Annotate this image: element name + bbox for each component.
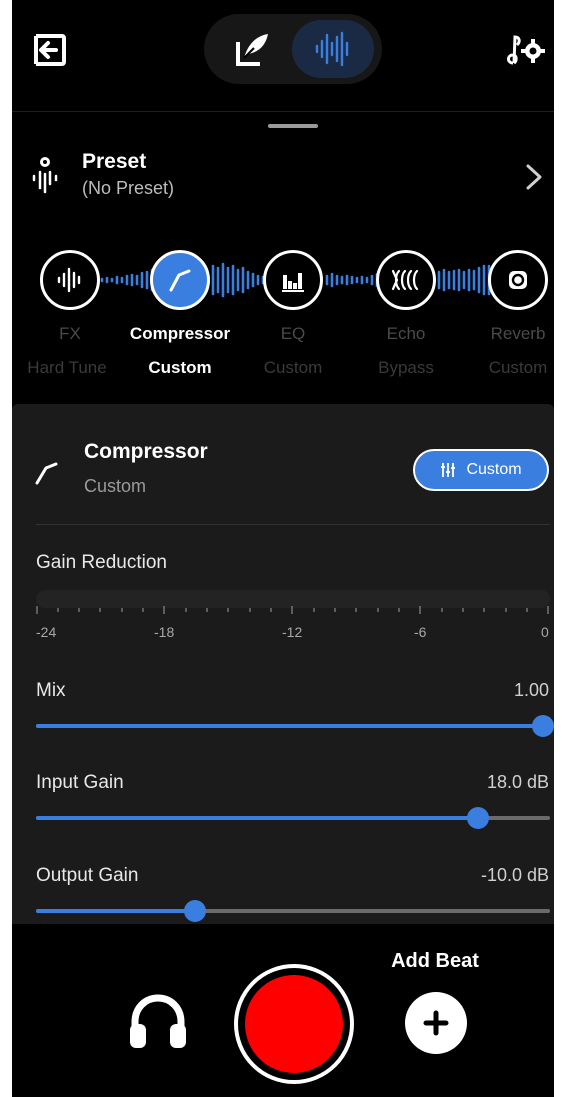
record-button[interactable] — [234, 964, 354, 1084]
compressor-curve-icon — [169, 269, 191, 292]
preset-icon — [32, 157, 58, 194]
fx-node-fx[interactable] — [40, 250, 100, 310]
fx-node-eq[interactable] — [263, 250, 323, 310]
gain-reduction-scale: -24 -18 -12 -6 0 — [36, 624, 550, 644]
add-beat-label: Add Beat — [391, 950, 479, 972]
record-mode-button[interactable] — [292, 20, 374, 78]
mode-switch — [204, 14, 382, 84]
settings-button[interactable] — [502, 28, 548, 74]
exit-button[interactable] — [28, 28, 72, 72]
chain-waveform — [437, 264, 491, 296]
reverb-icon — [509, 271, 527, 289]
preset-name: (No Preset) — [82, 178, 175, 198]
panel-title: Compressor — [84, 440, 208, 463]
mix-label: Mix — [36, 680, 66, 701]
mix-slider[interactable] — [36, 715, 554, 737]
input-gain-value: 18.0 dB — [486, 772, 549, 792]
fx-label: Reverb — [490, 324, 546, 343]
audio-recorder-app: Preset (No Preset) FX Compressor EQ Echo… — [12, 0, 554, 1097]
chain-waveform — [325, 272, 379, 288]
waveform-icon — [57, 267, 81, 293]
gain-reduction-ticks — [36, 606, 549, 614]
panel-subtitle: Custom — [84, 476, 147, 496]
fx-value: Bypass — [378, 358, 434, 377]
plus-icon — [423, 1010, 449, 1036]
tick-label: 0 — [541, 624, 549, 640]
fx-node-echo[interactable] — [376, 250, 436, 310]
add-beat-button[interactable] — [405, 992, 467, 1054]
fx-label: Echo — [386, 324, 426, 343]
slider-fill — [36, 724, 550, 728]
top-bar — [12, 0, 554, 112]
equalizer-bars-icon — [282, 273, 304, 292]
fx-label: EQ — [280, 324, 306, 343]
custom-button-label: Custom — [466, 461, 522, 478]
music-settings-icon — [507, 35, 545, 65]
fx-value: Hard Tune — [27, 358, 107, 377]
custom-preset-button[interactable]: Custom — [413, 449, 549, 491]
fx-value: Custom — [148, 358, 212, 377]
output-gain-label: Output Gain — [36, 865, 139, 886]
effect-chain: FX Compressor EQ Echo Reverb Hard Tune C… — [12, 250, 554, 380]
chevron-right-icon — [526, 164, 542, 190]
fx-value: Custom — [488, 358, 548, 377]
divider — [36, 524, 550, 525]
compressor-curve-icon — [35, 462, 58, 485]
slider-fill — [36, 816, 479, 820]
gain-reduction-label: Gain Reduction — [36, 552, 167, 573]
output-gain-slider[interactable] — [36, 900, 550, 922]
fx-label: Compressor — [129, 324, 231, 343]
preset-title: Preset — [82, 150, 147, 173]
fx-value: Custom — [263, 358, 323, 377]
slider-thumb[interactable] — [532, 715, 554, 737]
tick-label: -12 — [282, 624, 303, 640]
quill-pen-icon — [236, 34, 268, 66]
waveform-icon — [315, 31, 349, 67]
output-gain-value: -10.0 dB — [480, 865, 549, 885]
slider-thumb[interactable] — [184, 900, 207, 922]
fx-node-reverb[interactable] — [488, 250, 548, 310]
slider-fill — [36, 909, 196, 913]
echo-icon — [391, 269, 419, 291]
slider-thumb[interactable] — [467, 807, 490, 829]
chain-waveform — [211, 262, 265, 298]
tick-label: -6 — [414, 624, 427, 640]
mix-value: 1.00 — [513, 680, 549, 700]
fx-node-compressor[interactable] — [150, 250, 210, 310]
input-gain-label: Input Gain — [36, 772, 124, 793]
preset-row[interactable]: Preset (No Preset) — [12, 140, 554, 210]
drag-handle[interactable] — [268, 124, 318, 128]
lyrics-mode-button[interactable] — [212, 20, 294, 78]
fx-label: FX — [59, 324, 81, 343]
tick-label: -24 — [36, 624, 57, 640]
record-indicator — [245, 975, 343, 1073]
tick-label: -18 — [154, 624, 175, 640]
headphones-button[interactable] — [125, 988, 191, 1054]
headphones-icon — [130, 994, 186, 1048]
input-gain-slider[interactable] — [36, 807, 550, 829]
exit-icon — [34, 34, 66, 66]
sliders-icon — [441, 463, 456, 477]
chain-waveform — [100, 268, 154, 292]
compressor-panel: Compressor Custom Custom Gain Reduction — [12, 404, 554, 924]
